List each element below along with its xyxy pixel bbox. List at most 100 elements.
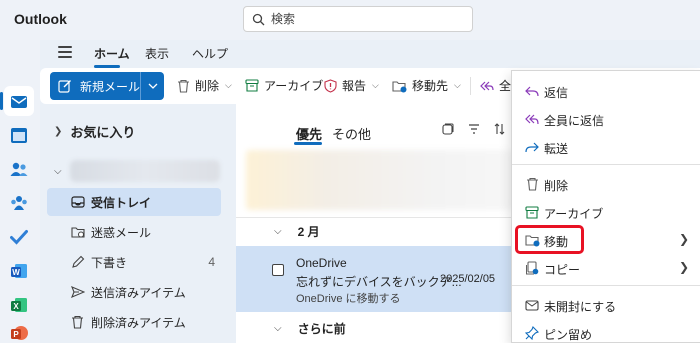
group-label: 2 月 (297, 225, 320, 239)
favorites-label: お気に入り (70, 125, 136, 140)
folder-inbox[interactable]: 受信トレイ (47, 188, 221, 216)
message-date: 2025/02/05 (440, 273, 496, 285)
folder-label: 送信済みアイテム (91, 285, 186, 300)
menu-item-archive[interactable]: アーカイブ (512, 198, 700, 226)
folder-label: 削除済みアイテム (91, 315, 186, 330)
chevron-right-icon: ❯ (679, 260, 690, 274)
archive-icon (524, 204, 540, 220)
message-sender: OneDrive (296, 256, 347, 270)
search-box[interactable] (243, 6, 473, 32)
chevron-right-icon: ❯ (54, 126, 63, 137)
menu-item-forward[interactable]: 転送 (512, 133, 700, 161)
tab-view[interactable]: 表示 (145, 45, 169, 62)
folder-label: 下書き (91, 255, 128, 270)
chevron-right-icon: ❯ (679, 232, 690, 246)
tab-help[interactable]: ヘルプ (192, 45, 228, 62)
menu-item-delete[interactable]: 削除 (512, 170, 700, 198)
toolbar-divider (470, 77, 471, 95)
pencil-icon (71, 255, 85, 269)
svg-text:W: W (12, 268, 20, 277)
message-preview: OneDrive に移動する (296, 293, 401, 305)
search-icon (252, 13, 265, 26)
account-name-redacted (70, 160, 220, 182)
inbox-icon (71, 195, 85, 209)
powerpoint-icon[interactable]: P (8, 322, 30, 343)
menu-label: 未開封にする (544, 300, 617, 314)
excel-icon[interactable]: X (8, 294, 30, 316)
move-to-label: 移動先 (412, 79, 449, 93)
menu-label: 返信 (544, 86, 569, 100)
tab-focused[interactable]: 優先 (296, 124, 322, 143)
redacted-message (246, 150, 516, 210)
menu-label: アーカイブ (544, 207, 604, 221)
select-mode-icon[interactable] (442, 123, 454, 135)
tab-home[interactable]: ホーム (94, 45, 130, 62)
message-list: 優先 その他 ⌵ 2 月 OneDrive 忘れずにデバイスをバックア... 2… (236, 104, 526, 343)
inbox-tabs: 優先 その他 (296, 124, 371, 143)
new-mail-split-button[interactable]: 新規メール (50, 72, 164, 100)
chevron-down-icon: ⌵ (225, 80, 232, 90)
hamburger-icon[interactable] (58, 46, 72, 61)
new-mail-dropdown[interactable] (141, 72, 164, 100)
menu-item-reply-all[interactable]: 全員に返信 (512, 105, 700, 133)
menu-item-copy[interactable]: コピー ❯ (512, 254, 700, 282)
annotation-highlight-box (515, 225, 584, 254)
groups-icon[interactable] (8, 192, 30, 214)
mail-icon[interactable] (8, 90, 30, 112)
app-rail: W X P (0, 40, 40, 343)
copy-icon (524, 260, 540, 276)
menu-item-reply[interactable]: 返信 (512, 77, 700, 105)
chevron-down-icon[interactable]: ⌵ (54, 166, 62, 177)
folder-label: 迷惑メール (91, 225, 152, 240)
app-title: Outlook (14, 11, 67, 27)
sort-icon[interactable] (494, 123, 506, 135)
archive-icon (245, 79, 259, 92)
shield-alert-icon (324, 78, 337, 93)
trash-icon (177, 79, 190, 93)
favorites-header[interactable]: ❯ お気に入り (54, 122, 135, 141)
drafts-count: 4 (208, 255, 215, 269)
focused-tab-indicator (294, 142, 322, 145)
chevron-down-icon: ⌵ (274, 226, 282, 237)
menu-divider (512, 285, 700, 286)
message-subject: 忘れずにデバイスをバックア... (296, 275, 462, 289)
group-header-older[interactable]: ⌵ さらに前 (236, 314, 526, 342)
calendar-icon[interactable] (8, 124, 30, 146)
delete-button[interactable]: 削除 ⌵ (177, 77, 232, 94)
reply-all-label: 全 (499, 79, 512, 93)
folder-deleted[interactable]: 削除済みアイテム (47, 308, 221, 336)
move-to-button[interactable]: 移動先 ⌵ (392, 77, 461, 94)
filter-icon[interactable] (468, 123, 480, 135)
tab-other[interactable]: その他 (332, 124, 371, 143)
group-label: さらに前 (297, 321, 346, 336)
reply-all-button[interactable]: 全 (480, 77, 511, 94)
rail-active-indicator (0, 92, 3, 110)
folder-sent[interactable]: 送信済みアイテム (47, 278, 221, 306)
people-icon[interactable] (8, 158, 30, 180)
pin-icon (524, 325, 540, 341)
report-button[interactable]: 報告 ⌵ (324, 77, 379, 94)
menu-label: コピー (544, 263, 581, 277)
compose-icon (58, 79, 72, 93)
folder-label: 受信トレイ (91, 195, 152, 210)
menu-label: ピン留め (544, 328, 593, 342)
chevron-down-icon (148, 83, 157, 89)
menu-item-mark-unread[interactable]: 未開封にする (512, 291, 700, 319)
message-checkbox[interactable] (272, 264, 284, 276)
todo-icon[interactable] (8, 226, 30, 248)
new-mail-button[interactable]: 新規メール (50, 72, 140, 100)
svg-text:X: X (13, 302, 19, 311)
menu-divider (512, 164, 700, 165)
folder-junk[interactable]: 迷惑メール (47, 218, 221, 246)
chevron-down-icon: ⌵ (274, 322, 282, 334)
menu-item-pin[interactable]: ピン留め (512, 319, 700, 343)
context-menu: 返信 全員に返信 転送 削除 アーカイブ 移動 ❯ コピー ❯ 未開封にする ピ… (511, 70, 700, 343)
group-header-feb[interactable]: ⌵ 2 月 (236, 217, 526, 245)
word-icon[interactable]: W (8, 260, 30, 282)
message-item[interactable]: OneDrive 忘れずにデバイスをバックア... 2025/02/05 One… (236, 246, 526, 312)
reply-all-icon (524, 111, 540, 127)
folder-drafts[interactable]: 下書き 4 (47, 248, 221, 276)
archive-button[interactable]: アーカイブ (245, 77, 323, 94)
chevron-down-icon: ⌵ (372, 80, 379, 90)
search-input[interactable] (271, 12, 451, 26)
